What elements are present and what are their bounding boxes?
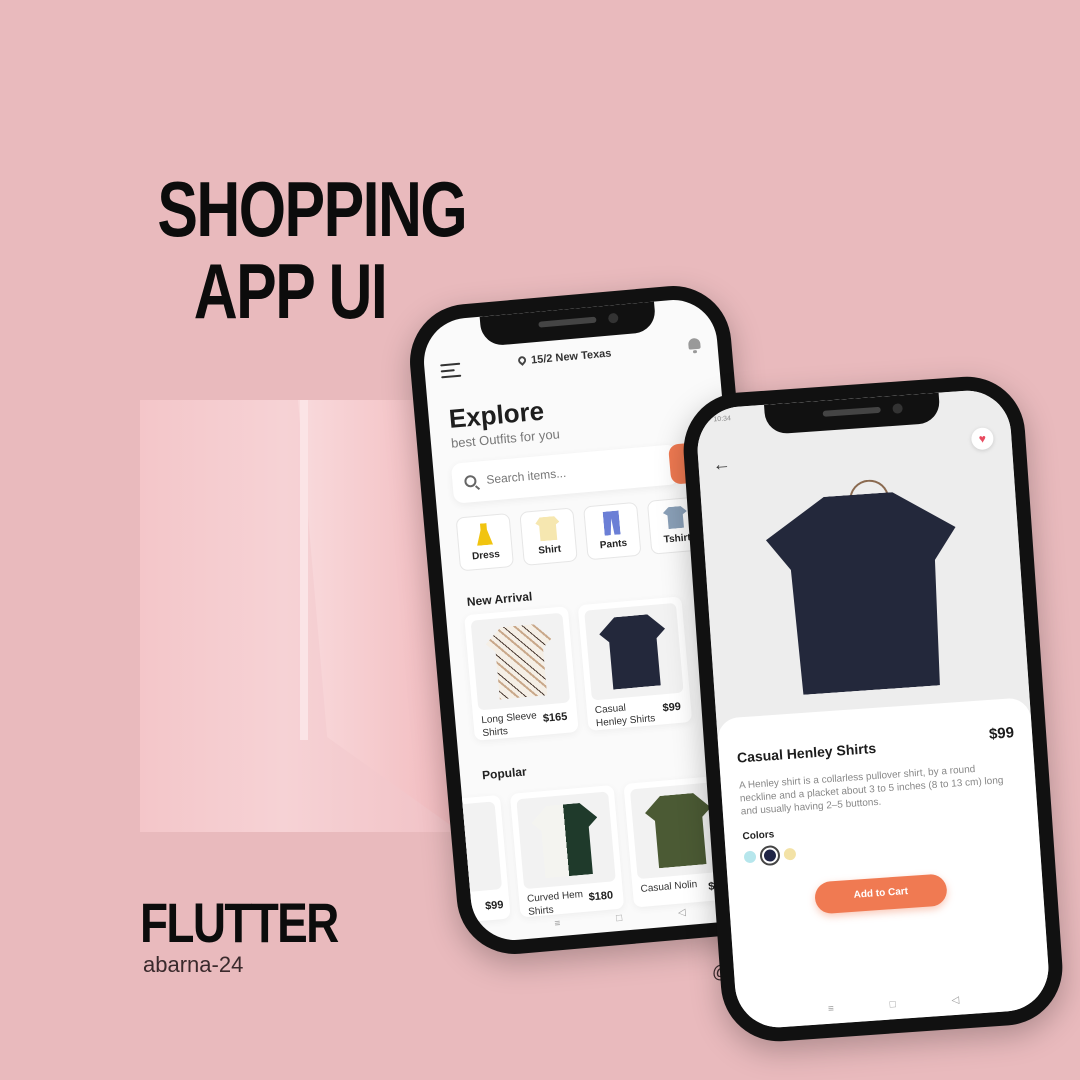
heart-icon[interactable]: ♥ xyxy=(970,426,995,451)
tshirt-icon xyxy=(662,506,688,530)
product-hero: 10:34 ← ♥ xyxy=(694,387,1031,739)
back-nav-icon[interactable]: ◁ xyxy=(951,994,959,1006)
category-list: Dress Shirt Pants Tshirt xyxy=(455,496,706,572)
category-dress[interactable]: Dress xyxy=(455,512,515,572)
category-label: Pants xyxy=(599,537,628,552)
category-shirt[interactable]: Shirt xyxy=(519,507,578,566)
poster-title-line1: SHOPPING xyxy=(157,165,467,253)
product-name: Casual Henley Shirts xyxy=(594,702,656,730)
search-input[interactable]: Search items... xyxy=(450,444,680,504)
color-swatch-navy[interactable] xyxy=(759,844,781,867)
product-card[interactable]: Curved Hem Shirts $180 xyxy=(509,784,625,918)
product-image xyxy=(584,602,684,701)
back-arrow-icon[interactable]: ← xyxy=(712,453,731,475)
recent-apps-icon[interactable]: ≡ xyxy=(554,918,561,929)
section-popular: Popular xyxy=(481,764,528,783)
product-card[interactable]: Casual Henley Shirts $99 xyxy=(577,596,693,731)
product-description: A Henley shirt is a collarless pullover … xyxy=(738,764,1004,818)
location-text: 15/2 New Texas xyxy=(530,347,612,367)
olive-tshirt-icon xyxy=(644,792,716,869)
status-time: 10:34 xyxy=(713,415,732,424)
search-placeholder: Search items... xyxy=(485,465,567,487)
phone-notch xyxy=(479,301,657,347)
product-image xyxy=(763,488,966,697)
color-swatch-cream[interactable] xyxy=(783,847,797,861)
search-icon xyxy=(463,474,477,488)
location-pin-icon xyxy=(516,354,528,366)
product-image xyxy=(470,612,571,711)
printed-shirt-icon xyxy=(484,623,556,700)
colors-label: Colors xyxy=(742,829,775,843)
product-name: Casual Henley Shirts xyxy=(736,739,877,766)
pants-icon xyxy=(603,510,621,535)
category-label: Shirt xyxy=(537,543,562,557)
product-image xyxy=(516,791,616,890)
decorative-backdrop xyxy=(140,400,460,832)
dress-icon xyxy=(475,523,493,546)
product-price: $165 xyxy=(542,710,568,725)
home-icon[interactable]: □ xyxy=(616,912,623,923)
explore-header: 15/2 New Texas xyxy=(440,337,703,385)
recent-apps-icon[interactable]: ≡ xyxy=(828,1003,835,1014)
color-swatches xyxy=(743,844,797,867)
home-icon[interactable]: □ xyxy=(889,999,896,1010)
product-name: Long Sleeve Shirts xyxy=(480,710,538,740)
two-tone-shirt-icon xyxy=(530,802,602,879)
product-details-panel: Casual Henley Shirts $99 A Henley shirt … xyxy=(716,697,1052,1031)
product-name: Casual Nolin xyxy=(640,879,698,895)
backdrop-edge xyxy=(300,400,308,740)
product-detail-screen: 10:34 ← ♥ Casual Henley Shirts $99 A Hen… xyxy=(694,387,1052,1031)
menu-icon[interactable] xyxy=(440,362,462,379)
navy-tshirt-icon xyxy=(598,613,670,690)
product-price: $99 xyxy=(988,724,1015,743)
poster-title-line2: APP UI xyxy=(193,247,388,335)
section-new-arrival: New Arrival xyxy=(466,589,533,609)
category-pants[interactable]: Pants xyxy=(583,501,642,561)
product-price: $99 xyxy=(662,700,682,715)
location-label[interactable]: 15/2 New Texas xyxy=(516,347,612,367)
shirt-icon xyxy=(535,516,561,542)
phone-product-detail: 10:34 ← ♥ Casual Henley Shirts $99 A Hen… xyxy=(679,372,1067,1046)
framework-label: FLUTTER xyxy=(140,891,339,954)
product-price: $99 xyxy=(484,898,505,913)
product-card[interactable]: $99 xyxy=(452,794,511,923)
product-card[interactable]: Long Sleeve Shirts $165 xyxy=(464,606,579,741)
color-swatch-light-blue[interactable] xyxy=(743,850,757,864)
notification-bell-icon[interactable] xyxy=(687,337,702,355)
category-label: Dress xyxy=(471,548,501,563)
product-price: $180 xyxy=(588,889,614,904)
author-handle: abarna-24 xyxy=(143,952,244,977)
poster-title: SHOPPING APP UI xyxy=(157,165,467,335)
add-to-cart-button[interactable]: Add to Cart xyxy=(813,873,948,915)
product-image xyxy=(458,801,503,893)
back-nav-icon[interactable]: ◁ xyxy=(677,907,686,919)
